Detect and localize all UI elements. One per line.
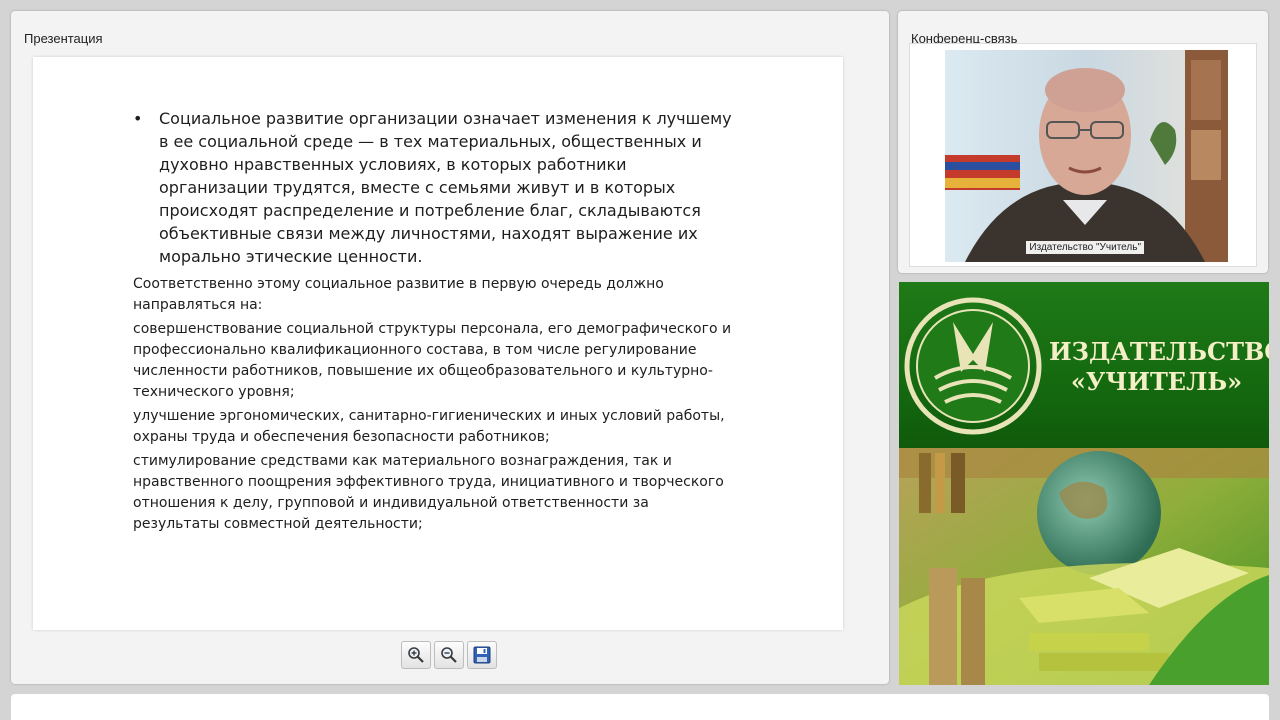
save-icon — [473, 646, 491, 664]
zoom-out-icon — [441, 647, 457, 663]
publisher-logo — [904, 297, 1042, 435]
slide-bullet-text: Социальное развитие организации означает… — [159, 109, 732, 266]
save-button[interactable] — [467, 641, 497, 669]
zoom-out-button[interactable] — [434, 641, 464, 669]
slide-bullet-item: • Социальное развитие организации означа… — [133, 107, 733, 268]
publisher-name-line-2: «УЧИТЕЛЬ» — [1070, 367, 1243, 396]
banner-logo-area: ИЗДАТЕЛЬСТВО «УЧИТЕЛЬ» — [899, 282, 1269, 448]
zoom-in-button[interactable] — [401, 641, 431, 669]
conference-panel: Конференц-связь Издательство "Учитель" — [898, 11, 1268, 273]
slide-paragraph: Соответственно этому социальное развитие… — [133, 276, 664, 313]
zoom-in-icon — [408, 647, 424, 663]
slide-paragraph: улучшение эргономических, санитарно-гиги… — [133, 408, 725, 445]
books-globe-image — [899, 448, 1269, 685]
presentation-slide: • Социальное развитие организации означа… — [33, 57, 843, 630]
slide-toolbar — [401, 641, 497, 669]
presentation-panel: Презентация • Социальное развитие органи… — [11, 11, 889, 684]
presentation-title: Презентация — [24, 31, 103, 46]
banner-image — [899, 448, 1269, 685]
publisher-name: ИЗДАТЕЛЬСТВО «УЧИТЕЛЬ» — [1049, 337, 1269, 397]
slide-paragraph: совершенствование социальной структуры п… — [133, 321, 732, 400]
slide-paragraph: стимулирование средствами как материальн… — [133, 453, 724, 532]
participant-video-image — [945, 50, 1228, 262]
slide-body: Соответственно этому социальное развитие… — [133, 274, 733, 538]
bottom-panel — [11, 694, 1269, 720]
bullet-marker: • — [133, 109, 143, 128]
publisher-banner: ИЗДАТЕЛЬСТВО «УЧИТЕЛЬ» — [899, 282, 1269, 685]
video-frame: Издательство "Учитель" — [909, 43, 1257, 267]
publisher-name-line-1: ИЗДАТЕЛЬСТВО — [1049, 337, 1269, 366]
participant-video[interactable]: Издательство "Учитель" — [945, 50, 1228, 262]
participant-label: Издательство "Учитель" — [1026, 241, 1144, 254]
